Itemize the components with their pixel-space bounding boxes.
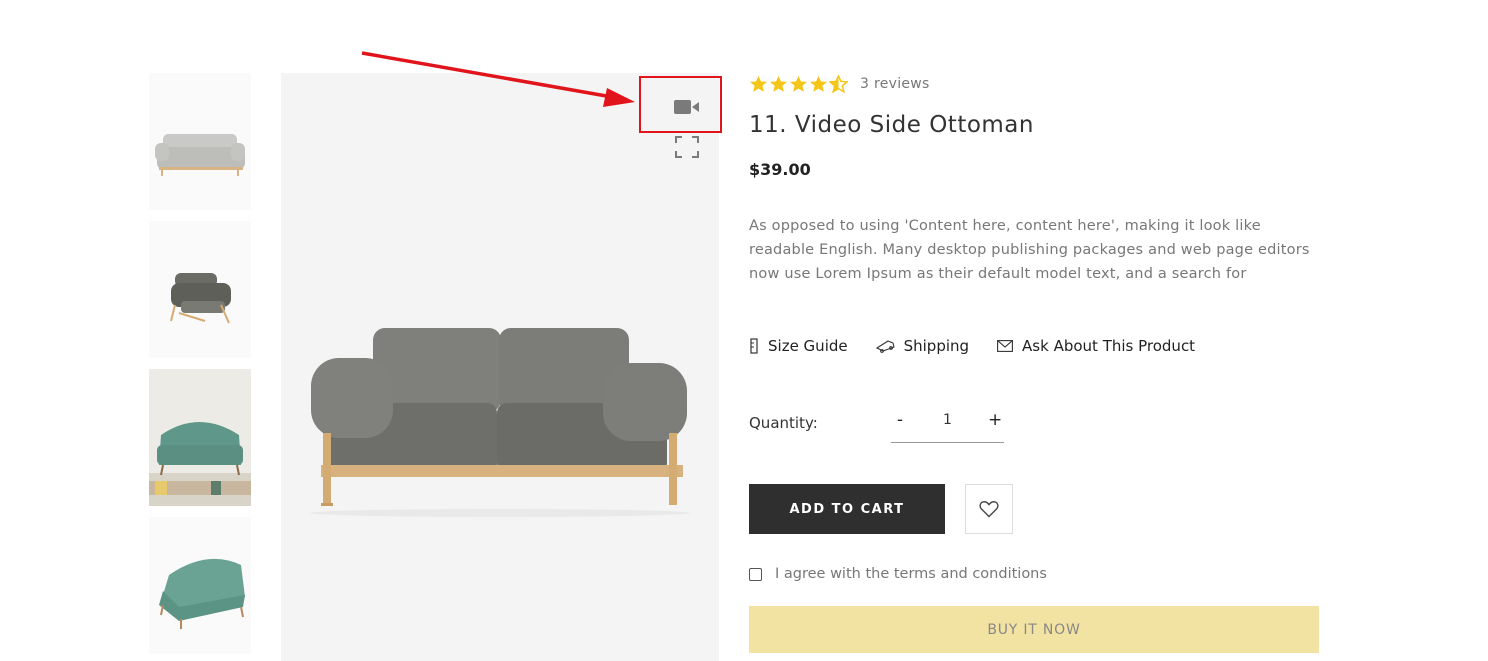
quantity-input[interactable]: 1 bbox=[928, 412, 968, 428]
thumbnail-4[interactable] bbox=[149, 517, 251, 654]
ruler-icon bbox=[750, 338, 758, 354]
shipping-link[interactable]: Shipping bbox=[875, 337, 970, 355]
product-description: As opposed to using 'Content here, conte… bbox=[749, 218, 1310, 282]
terms-label: I agree with the terms and conditions bbox=[775, 566, 1047, 582]
size-guide-label: Size Guide bbox=[768, 337, 848, 355]
shipping-label: Shipping bbox=[903, 337, 970, 355]
expand-icon[interactable] bbox=[675, 136, 699, 158]
reviews-count[interactable]: 3 reviews bbox=[860, 76, 930, 92]
rating-stars bbox=[749, 75, 848, 93]
product-links: Size Guide Shipping Ask About This Produ… bbox=[749, 337, 1223, 355]
heart-icon bbox=[979, 501, 999, 518]
annotation-highlight-box bbox=[639, 76, 722, 133]
truck-icon bbox=[875, 340, 895, 353]
product-rating: 3 reviews bbox=[749, 74, 930, 94]
terms-checkbox[interactable] bbox=[749, 567, 762, 581]
teal-sofa-angled-thumbnail-image bbox=[149, 517, 251, 654]
buy-it-now-button[interactable]: BUY IT NOW bbox=[749, 606, 1319, 653]
main-product-image[interactable] bbox=[281, 73, 719, 661]
thumbnail-1[interactable] bbox=[149, 73, 251, 210]
product-title: 11. Video Side Ottoman bbox=[749, 112, 1034, 138]
product-price: $39.00 bbox=[749, 160, 811, 179]
terms-agreement: I agree with the terms and conditions bbox=[749, 566, 1047, 582]
thumbnail-3[interactable] bbox=[149, 369, 251, 506]
half-star-icon bbox=[829, 75, 848, 93]
grey-sofa-image bbox=[310, 328, 690, 517]
star-icon bbox=[809, 75, 828, 92]
ask-about-product-link[interactable]: Ask About This Product bbox=[997, 337, 1195, 355]
thumbnail-2[interactable] bbox=[149, 221, 251, 358]
star-icon bbox=[789, 75, 808, 92]
size-guide-link[interactable]: Size Guide bbox=[749, 337, 848, 355]
teal-sofa-room-thumbnail-image bbox=[149, 369, 251, 506]
wishlist-button[interactable] bbox=[965, 484, 1013, 534]
envelope-icon bbox=[997, 340, 1013, 352]
quantity-increase-button[interactable]: + bbox=[988, 410, 1002, 430]
add-to-cart-button[interactable]: ADD TO CART bbox=[749, 484, 945, 534]
star-icon bbox=[749, 75, 768, 92]
star-icon bbox=[769, 75, 788, 92]
grey-sofa-side-thumbnail-image bbox=[149, 221, 251, 358]
quantity-stepper: - 1 + bbox=[891, 404, 1004, 443]
quantity-label: Quantity: bbox=[749, 414, 818, 432]
quantity-decrease-button[interactable]: - bbox=[893, 410, 907, 430]
grey-sofa-thumbnail-image bbox=[149, 73, 251, 210]
ask-about-product-label: Ask About This Product bbox=[1022, 337, 1196, 355]
